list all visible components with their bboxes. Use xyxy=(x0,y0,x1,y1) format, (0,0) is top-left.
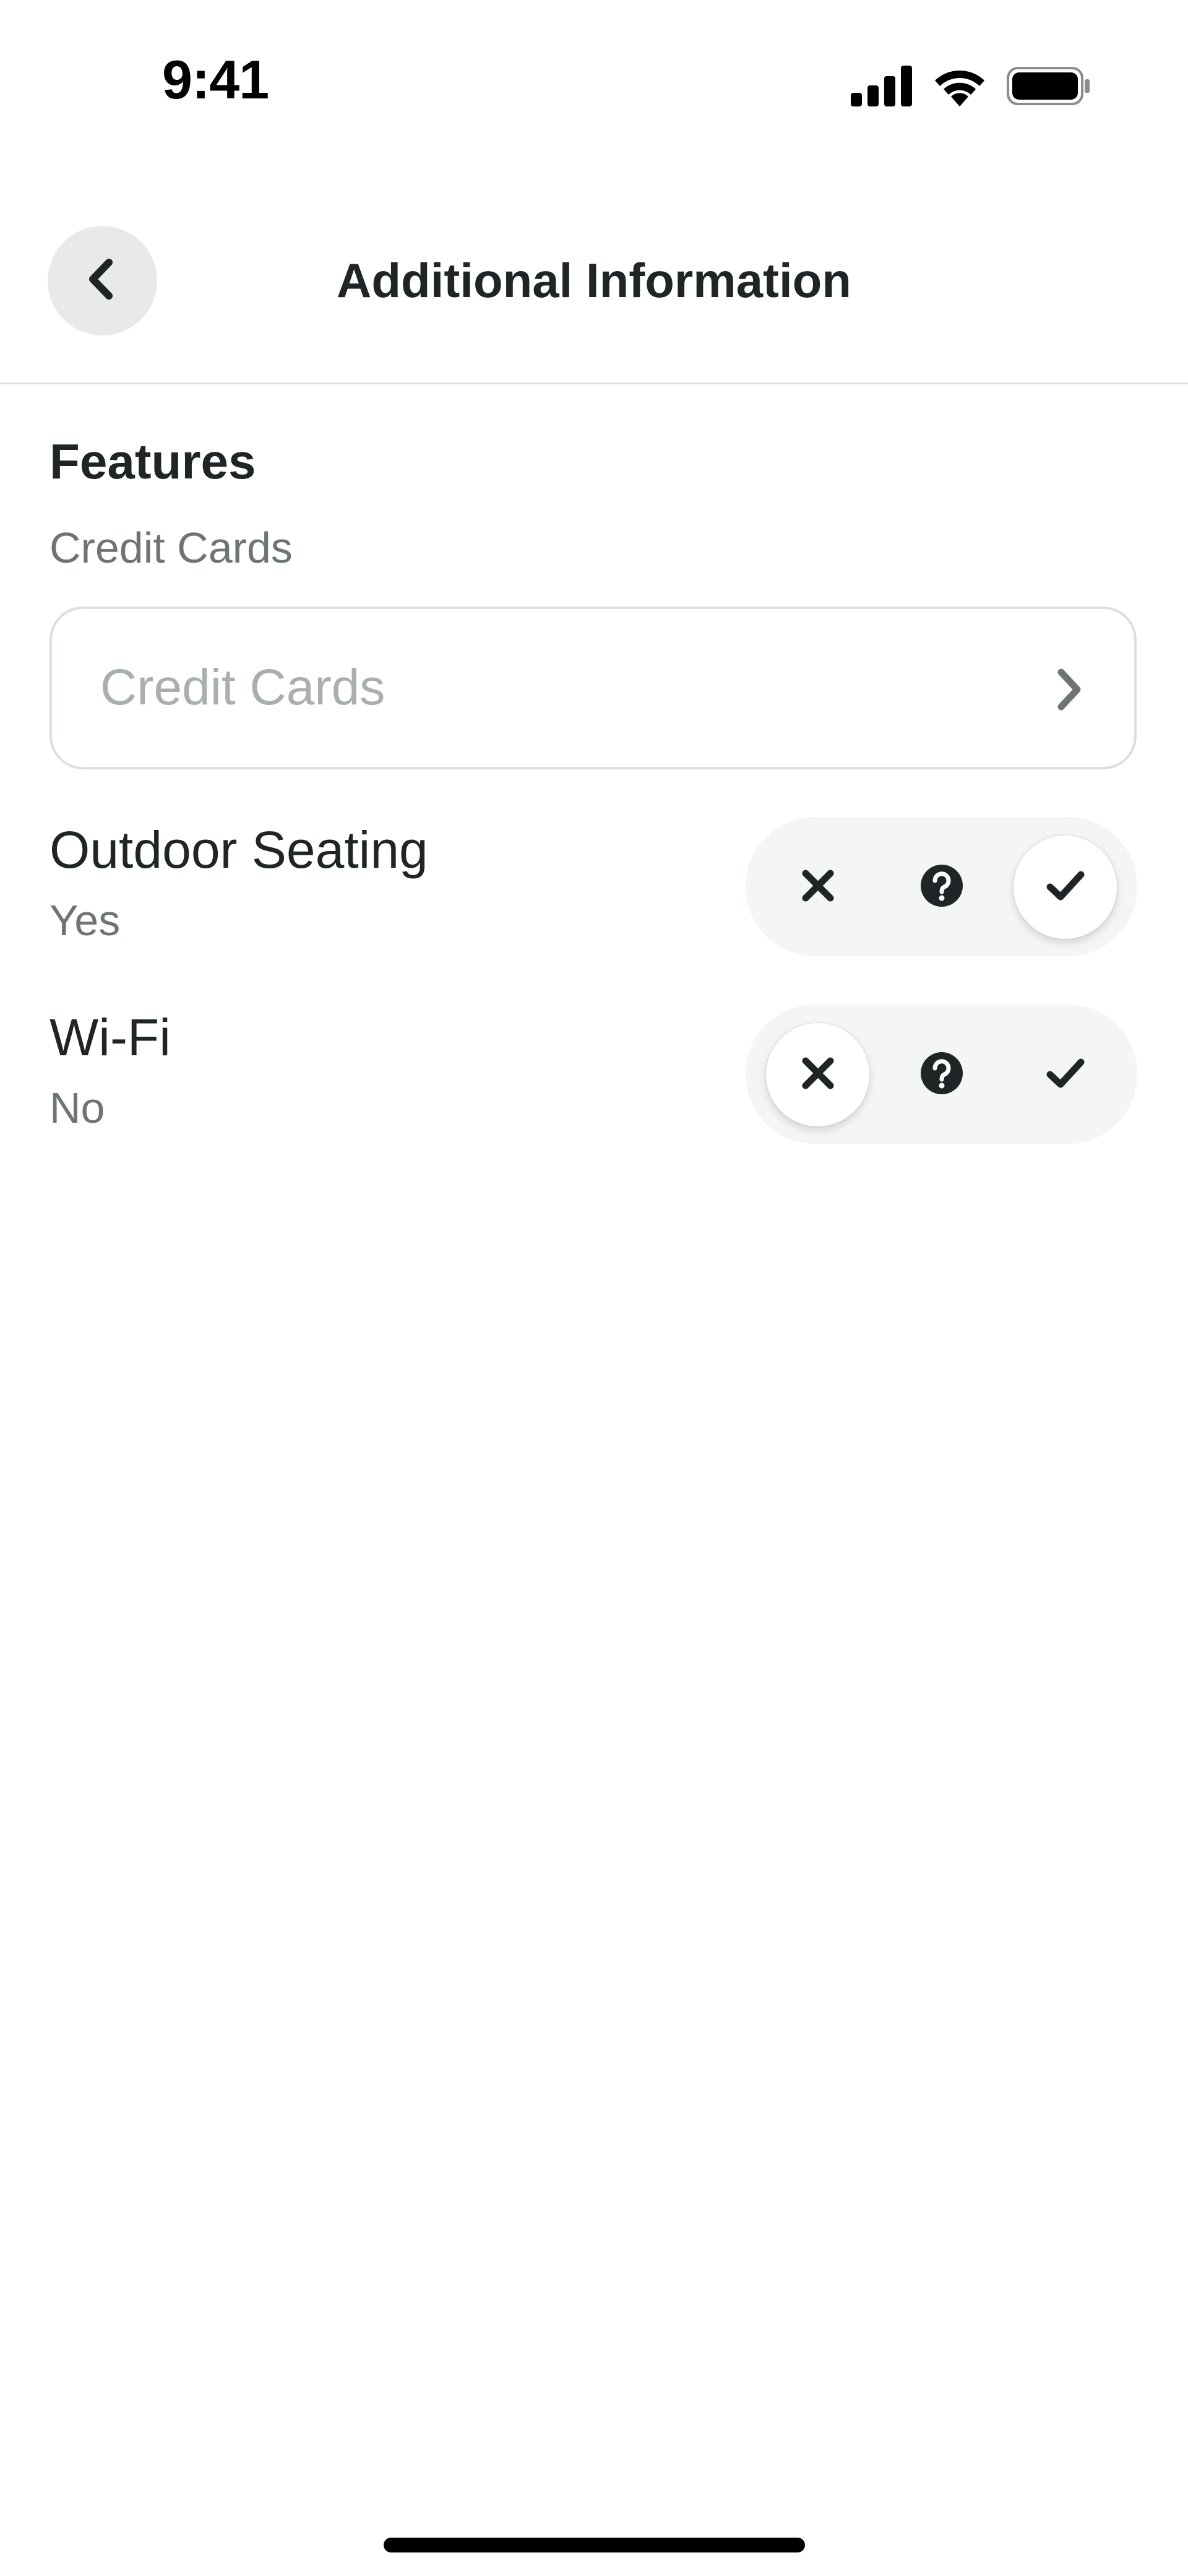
toggle-option-unknown[interactable] xyxy=(890,836,993,939)
credit-cards-label: Credit Cards xyxy=(50,524,293,572)
status-icons xyxy=(851,65,1091,110)
section-title-features: Features xyxy=(50,434,256,489)
battery-icon xyxy=(1007,66,1091,110)
question-icon xyxy=(919,1051,964,1099)
status-bar: 9:41 xyxy=(0,0,1188,173)
toggle-option-yes[interactable] xyxy=(1014,1023,1117,1126)
status-time: 9:41 xyxy=(162,49,269,110)
feature-row-outdoor-seating: Outdoor Seating Yes xyxy=(0,817,1188,975)
header-divider xyxy=(0,383,1188,384)
header: Additional Information xyxy=(0,186,1188,384)
question-icon xyxy=(919,863,964,911)
chevron-right-icon xyxy=(1054,666,1085,716)
toggle-option-no[interactable] xyxy=(766,836,869,939)
check-icon xyxy=(1045,868,1086,906)
feature-name: Wi-Fi xyxy=(50,1008,171,1066)
tri-state-toggle xyxy=(746,1005,1137,1144)
close-icon xyxy=(799,1055,837,1095)
feature-name: Outdoor Seating xyxy=(50,821,428,879)
check-icon xyxy=(1045,1056,1086,1094)
feature-row-wifi: Wi-Fi No xyxy=(0,1005,1188,1162)
wifi-icon xyxy=(931,66,988,110)
toggle-option-yes[interactable] xyxy=(1014,836,1117,939)
page-title: Additional Information xyxy=(337,253,851,308)
feature-status: No xyxy=(50,1084,105,1132)
feature-status: Yes xyxy=(50,896,121,944)
tri-state-toggle xyxy=(746,817,1137,956)
toggle-option-no[interactable] xyxy=(766,1023,869,1126)
signal-icon xyxy=(851,65,913,110)
credit-cards-select[interactable]: Credit Cards xyxy=(50,607,1137,769)
home-indicator xyxy=(384,2538,805,2552)
close-icon xyxy=(799,867,837,907)
credit-cards-placeholder: Credit Cards xyxy=(100,659,385,715)
toggle-option-unknown[interactable] xyxy=(890,1023,993,1126)
